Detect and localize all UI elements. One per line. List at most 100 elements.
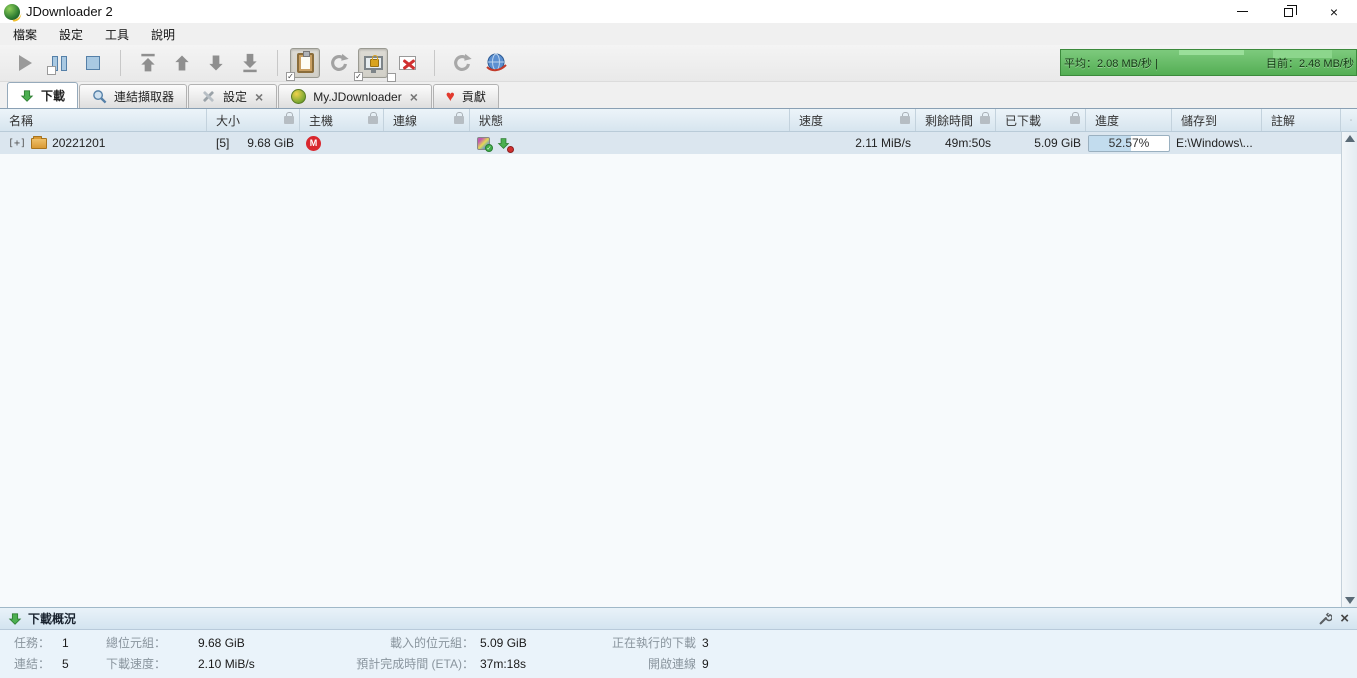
- myjd-icon: [291, 89, 307, 104]
- connection-cell: [384, 132, 470, 154]
- overview-header: 下載概況 ×: [0, 608, 1357, 630]
- package-row[interactable]: [+] 20221201 [5] 9.68 GiB M ✓ 2.11 MiB/s…: [0, 132, 1341, 154]
- column-settings-button[interactable]: [1341, 109, 1357, 131]
- tab-settings[interactable]: 設定 ×: [188, 84, 278, 108]
- column-header-host[interactable]: 主機: [300, 109, 384, 131]
- gear-icon: [1350, 119, 1352, 121]
- lock-icon: [284, 112, 294, 124]
- move-to-top-button[interactable]: [133, 48, 163, 78]
- tab-label: My.JDownloader: [313, 89, 402, 104]
- tab-close-icon[interactable]: ×: [254, 90, 264, 104]
- vertical-scrollbar[interactable]: [1341, 132, 1357, 607]
- menu-file[interactable]: 檔案: [2, 23, 48, 46]
- package-save-path: E:\Windows\...: [1176, 136, 1253, 150]
- clipboard-observer-icon: [296, 51, 314, 73]
- heart-icon: ♥: [445, 88, 455, 105]
- toolbar-separator: [277, 50, 278, 76]
- download-overview-panel: 下載概況 × 任務： 1 總位元組： 9.68 GiB 載入的位元組： 5.09…: [0, 607, 1357, 678]
- column-header-progress[interactable]: 進度: [1086, 109, 1172, 131]
- stat-value-running-downloads: 3: [702, 635, 709, 650]
- pause-icon: [46, 55, 67, 75]
- premium-lock-button[interactable]: ✓: [354, 48, 388, 81]
- lock-icon: [980, 112, 990, 124]
- toolbar-separator: [434, 50, 435, 76]
- table-body: [+] 20221201 [5] 9.68 GiB M ✓ 2.11 MiB/s…: [0, 132, 1357, 607]
- restore-button[interactable]: [1265, 0, 1311, 23]
- minimize-button[interactable]: [1219, 0, 1265, 23]
- checkbox-icon: [387, 73, 396, 82]
- package-name: 20221201: [52, 136, 106, 150]
- wrench-icon[interactable]: [1319, 612, 1333, 625]
- column-header-eta[interactable]: 剩餘時間: [916, 109, 996, 131]
- download-arrow-icon: [8, 612, 22, 625]
- tools-icon: [203, 91, 214, 102]
- progress-bar: 52.57%: [1088, 134, 1170, 152]
- stop-downloads-button[interactable]: [78, 48, 108, 78]
- minimize-icon: [1236, 11, 1248, 12]
- stat-label-loaded-bytes: 載入的位元組：: [389, 636, 474, 650]
- column-header-speed[interactable]: 速度: [790, 109, 916, 131]
- pause-downloads-button[interactable]: [44, 48, 74, 78]
- close-icon: ×: [1329, 3, 1339, 20]
- column-header-size[interactable]: 大小: [207, 109, 300, 131]
- move-up-button[interactable]: [167, 48, 197, 78]
- remove-x-icon: [398, 56, 416, 70]
- expander-icon[interactable]: [+]: [8, 138, 26, 149]
- column-header-status[interactable]: 狀態: [470, 109, 790, 131]
- tab-downloads[interactable]: 下載: [7, 82, 79, 108]
- tab-label: 貢獻: [461, 90, 486, 104]
- table-rows: [+] 20221201 [5] 9.68 GiB M ✓ 2.11 MiB/s…: [0, 132, 1341, 607]
- reconnect2-icon: [454, 53, 472, 71]
- tab-donate[interactable]: ♥ 貢獻: [432, 84, 499, 108]
- start-downloads-button[interactable]: [10, 48, 40, 78]
- tab-close-icon[interactable]: ×: [409, 90, 419, 104]
- update-globe-button[interactable]: [481, 48, 511, 78]
- folder-icon: [31, 136, 48, 149]
- window-title: JDownloader 2: [26, 4, 113, 19]
- check-badge-icon: ✓: [485, 143, 493, 152]
- toolbar: ✓ ✓ 平均：2.08 MB/秒 | 目前：2.48 MB/秒: [0, 45, 1357, 82]
- stat-value-tasks: 1: [62, 635, 69, 650]
- column-header-name[interactable]: 名稱: [0, 109, 207, 131]
- overview-close-icon[interactable]: ×: [1340, 611, 1349, 626]
- move-to-bottom-button[interactable]: [235, 48, 265, 78]
- clipboard-observer-button[interactable]: ✓: [286, 48, 320, 81]
- lock-icon: [900, 112, 910, 124]
- checkbox-checked-icon: ✓: [354, 72, 363, 81]
- reconnect-icon: [331, 53, 349, 71]
- package-loaded: 5.09 GiB: [1034, 136, 1081, 150]
- scroll-down-icon[interactable]: [1344, 597, 1355, 604]
- download-arrow-icon: [20, 89, 34, 102]
- column-header-saveto[interactable]: 儲存到: [1172, 109, 1262, 131]
- column-header-comment[interactable]: 註解: [1262, 109, 1341, 131]
- stat-value-open-connections: 9: [702, 656, 709, 671]
- package-size: 9.68 GiB: [247, 136, 294, 150]
- stat-value-links: 5: [62, 656, 69, 671]
- scroll-up-icon[interactable]: [1344, 135, 1355, 142]
- download-running-icon: [497, 137, 514, 153]
- column-header-connections[interactable]: 連線: [384, 109, 470, 131]
- move-up-icon: [175, 55, 189, 71]
- downloads-table: 名稱 大小 主機 連線 狀態 速度 剩餘時間 已下載 進度 儲存到 註解 [+]…: [0, 108, 1357, 607]
- column-header-loaded[interactable]: 已下載: [996, 109, 1086, 131]
- jdownloader-logo-icon: [4, 3, 20, 20]
- stat-value-loaded-bytes: 5.09 GiB: [480, 635, 527, 650]
- current-speed-label: 目前：2.48 MB/秒: [1265, 58, 1354, 70]
- progress-percent-label: 52.57%: [1108, 136, 1150, 150]
- move-down-button[interactable]: [201, 48, 231, 78]
- lock-icon: [1070, 112, 1080, 124]
- tab-linkgrabber[interactable]: 連結擷取器: [79, 84, 188, 108]
- tab-label: 設定: [223, 90, 248, 104]
- menu-help[interactable]: 說明: [140, 23, 186, 46]
- package-speed: 2.11 MiB/s: [855, 136, 911, 150]
- menu-settings[interactable]: 設定: [48, 23, 94, 46]
- reconnect-button[interactable]: [324, 48, 354, 78]
- reconnect-secondary-button[interactable]: [447, 48, 477, 78]
- close-button[interactable]: ×: [1311, 0, 1357, 23]
- restore-icon: [1283, 5, 1297, 17]
- menu-bar: 檔案 設定 工具 說明: [0, 23, 1357, 45]
- menu-tools[interactable]: 工具: [94, 23, 140, 46]
- lock-icon: [368, 112, 378, 124]
- remove-disabled-links-button[interactable]: [387, 48, 422, 82]
- tab-myjdownloader[interactable]: My.JDownloader ×: [278, 84, 432, 108]
